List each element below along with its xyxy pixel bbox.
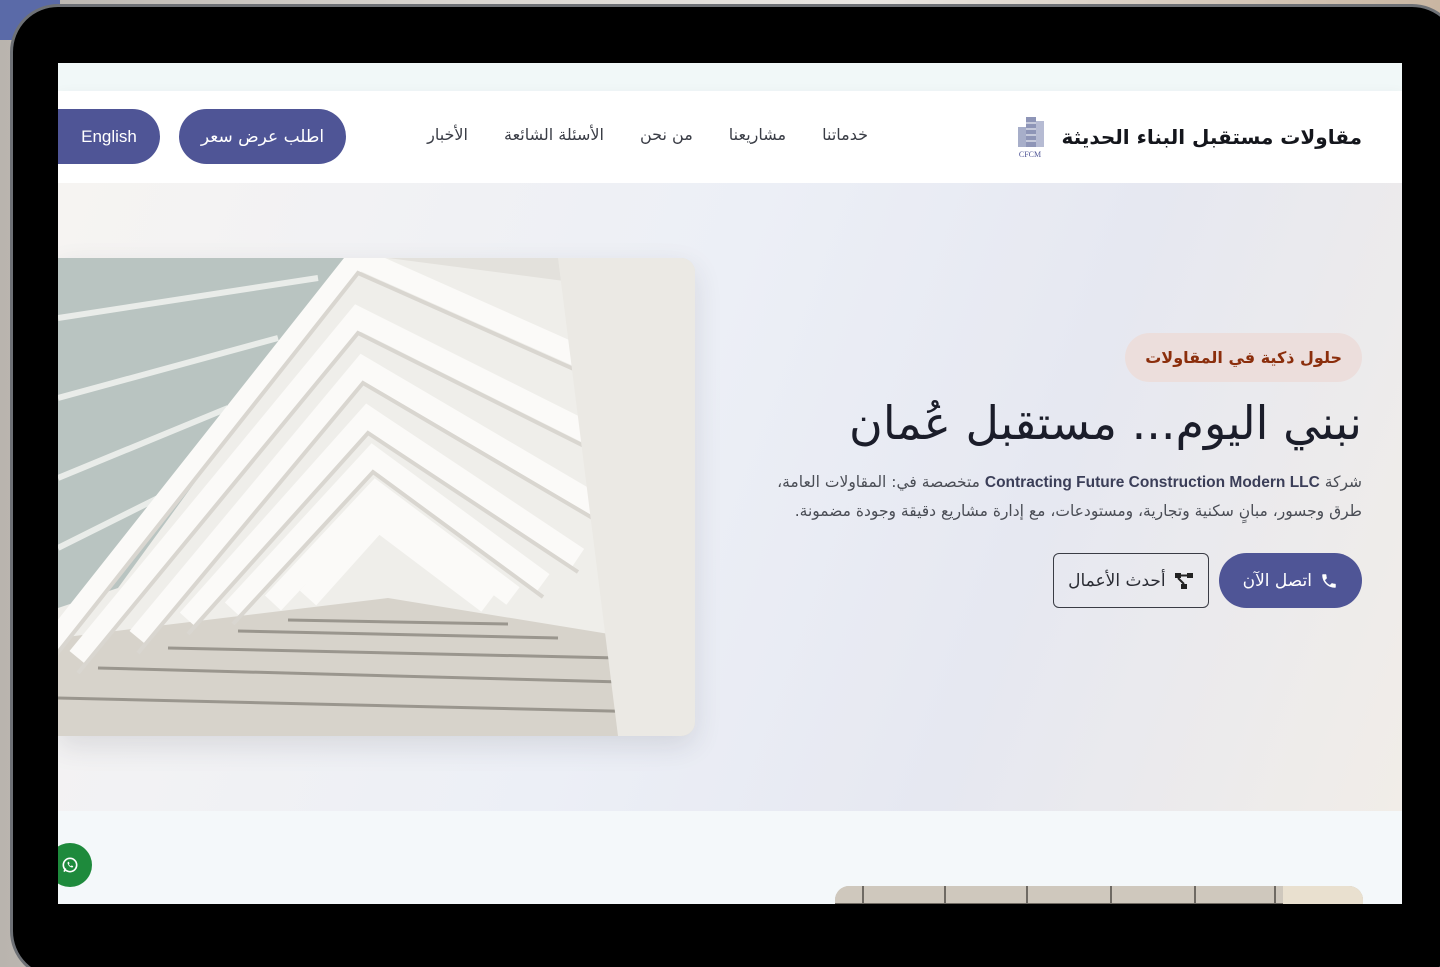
project-diagram-icon xyxy=(1174,572,1193,589)
site-header: مقاولات مستقبل البناء الحديثة CFCM خدمات… xyxy=(58,91,1402,183)
brand[interactable]: مقاولات مستقبل البناء الحديثة CFCM xyxy=(1010,113,1362,161)
whatsapp-chat-button[interactable] xyxy=(58,843,92,887)
top-band xyxy=(58,63,1402,91)
nav-news[interactable]: الأخبار xyxy=(427,125,468,144)
language-switch-button[interactable]: English xyxy=(58,109,160,164)
hero-headline: نبني اليوم... مستقبل عُمان xyxy=(849,396,1362,450)
phone-icon xyxy=(1322,573,1336,588)
website-screen: مقاولات مستقبل البناء الحديثة CFCM خدمات… xyxy=(58,63,1402,904)
architecture-photo xyxy=(58,258,695,736)
hero-section: حلول ذكية في المقاولات نبني اليوم... مست… xyxy=(58,183,1402,811)
building-logo-icon: CFCM xyxy=(1017,117,1044,159)
hero-image xyxy=(58,258,695,736)
hero-content: حلول ذكية في المقاولات نبني اليوم... مست… xyxy=(762,333,1362,608)
nav-about[interactable]: من نحن xyxy=(640,125,693,144)
main-nav: خدماتنا مشاريعنا من نحن الأسئلة الشائعة … xyxy=(427,125,868,144)
call-now-label: اتصل الآن xyxy=(1242,570,1312,591)
hero-actions: اتصل الآن أحدث الأعمال xyxy=(762,553,1362,608)
company-name-en: Contracting Future Construction Modern L… xyxy=(984,474,1320,491)
latest-works-button[interactable]: أحدث الأعمال xyxy=(1053,553,1209,608)
next-section-image xyxy=(835,886,1363,904)
next-section-photo xyxy=(835,886,1363,904)
nav-projects[interactable]: مشاريعنا xyxy=(729,125,786,144)
nav-faq[interactable]: الأسئلة الشائعة xyxy=(504,125,604,144)
latest-works-label: أحدث الأعمال xyxy=(1068,570,1166,591)
hero-tag-badge: حلول ذكية في المقاولات xyxy=(1125,333,1362,382)
whatsapp-icon xyxy=(62,857,78,873)
svg-text:CFCM: CFCM xyxy=(1018,150,1040,159)
hero-description: شركة Contracting Future Construction Mod… xyxy=(762,468,1362,525)
nav-services[interactable]: خدماتنا xyxy=(822,125,868,144)
desc-prefix: شركة xyxy=(1324,473,1362,491)
brand-name[interactable]: مقاولات مستقبل البناء الحديثة xyxy=(1062,125,1362,149)
call-now-button[interactable]: اتصل الآن xyxy=(1218,553,1362,608)
request-quote-button[interactable]: اطلب عرض سعر xyxy=(179,109,346,164)
